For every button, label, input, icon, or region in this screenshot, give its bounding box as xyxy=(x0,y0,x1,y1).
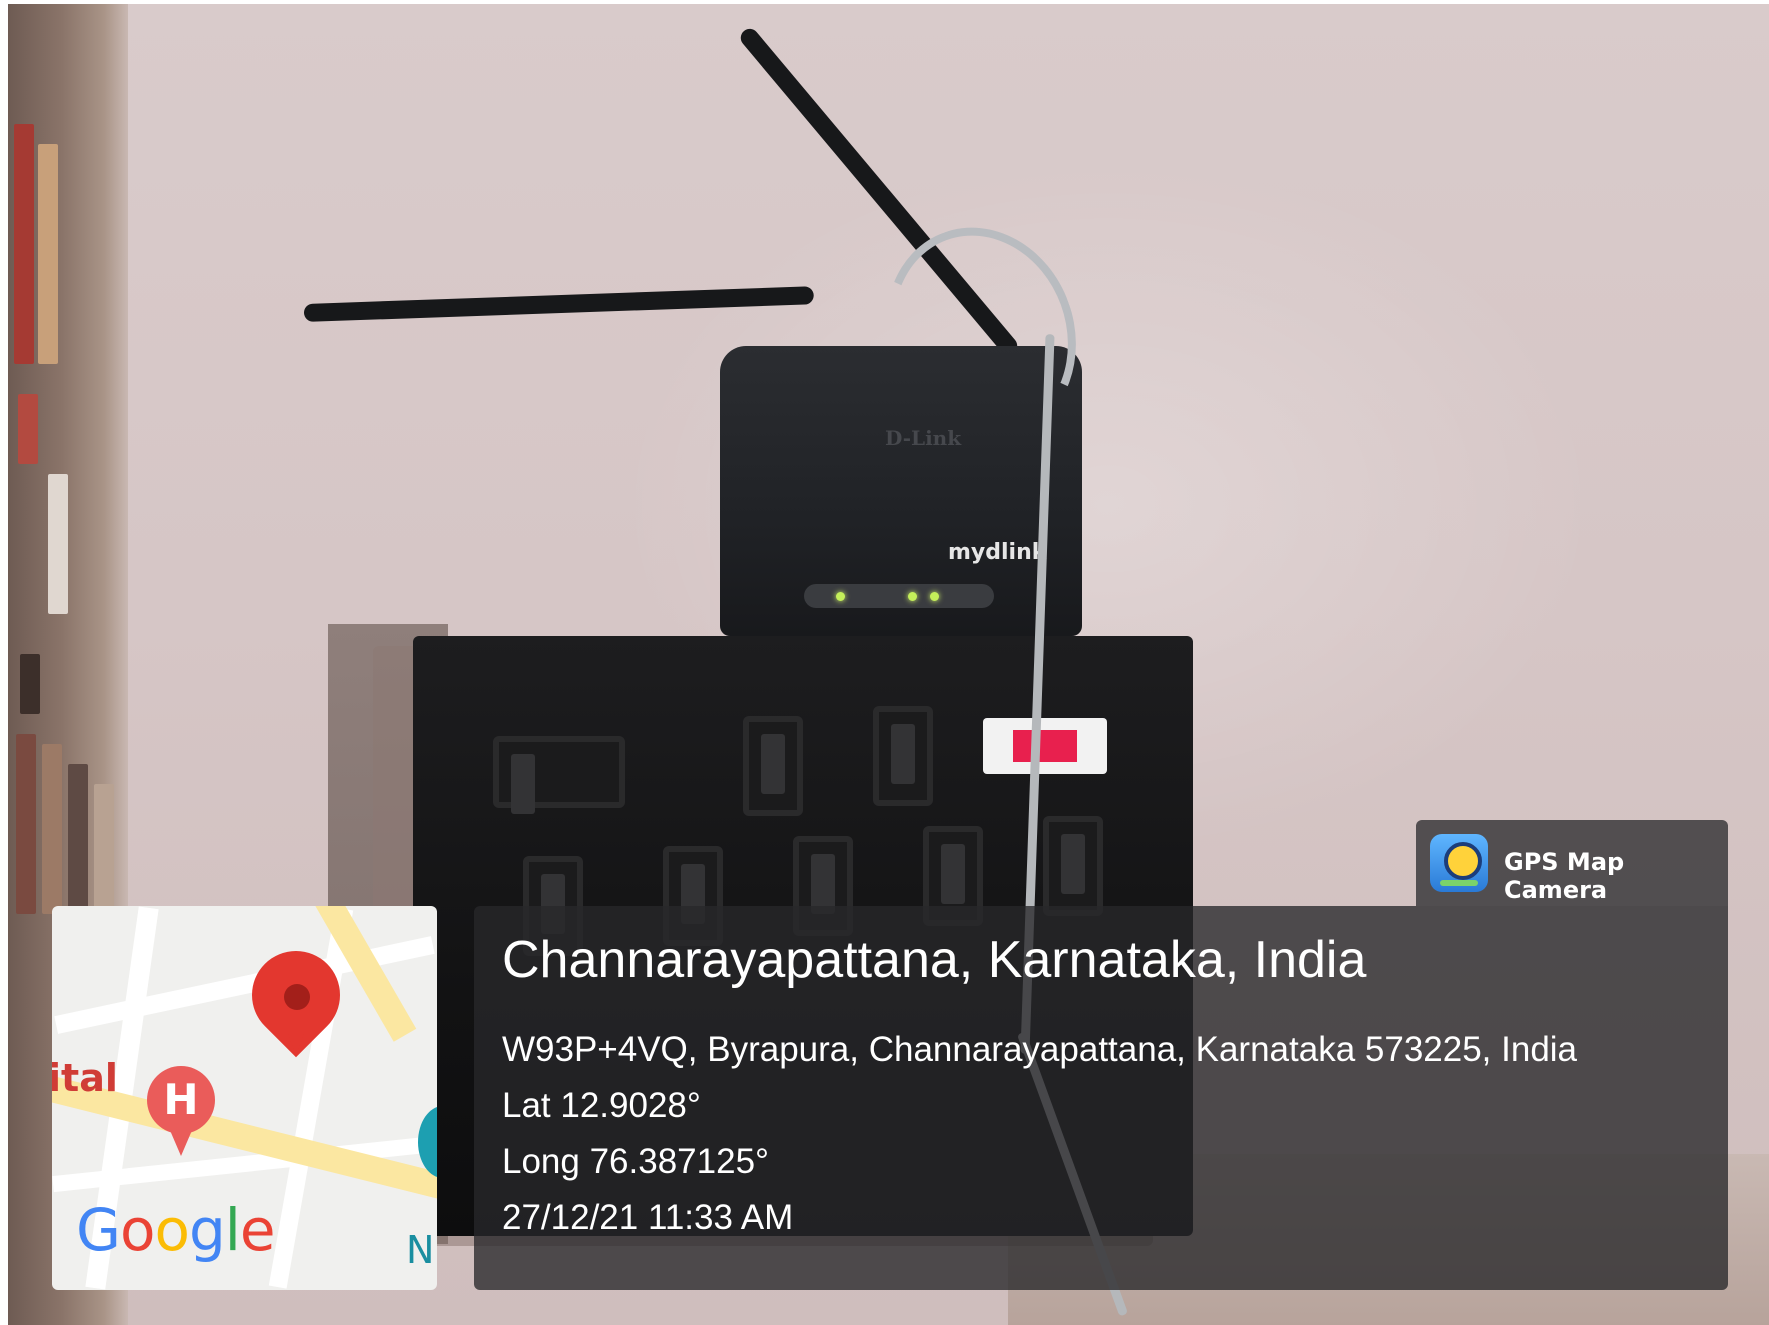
red-indicator-light xyxy=(983,718,1107,774)
google-logo: Google xyxy=(76,1196,276,1264)
latitude-text: Lat 12.9028° xyxy=(502,1086,701,1125)
map-place-label: ital xyxy=(52,1056,118,1100)
google-logo-letter: G xyxy=(76,1196,121,1264)
map-thumbnail: ital H N Google xyxy=(52,906,437,1290)
location-pin-dot xyxy=(284,984,310,1010)
hospital-icon: H xyxy=(147,1066,215,1134)
datetime-text: 27/12/21 11:33 AM xyxy=(502,1198,794,1237)
hospital-pin-tip xyxy=(169,1128,193,1156)
gps-app-name: GPS Map Camera xyxy=(1504,848,1625,904)
gps-map-camera-icon xyxy=(1430,834,1488,892)
gps-camera-tab: GPS Map Camera xyxy=(1416,820,1728,906)
router-led-strip xyxy=(804,584,994,608)
google-logo-letter: e xyxy=(239,1196,276,1264)
router-logo-text: mydlink xyxy=(948,540,1047,565)
map-place-label-right: N xyxy=(406,1228,435,1272)
longitude-text: Long 76.387125° xyxy=(502,1142,770,1181)
google-logo-letter: o xyxy=(119,1196,155,1264)
google-logo-letter: g xyxy=(188,1196,226,1264)
google-logo-letter: l xyxy=(224,1196,241,1264)
location-pin-tip xyxy=(288,1034,304,1056)
google-logo-letter: o xyxy=(154,1196,189,1264)
location-info-card: Channarayapattana, Karnataka, India W93P… xyxy=(474,906,1728,1290)
location-title: Channarayapattana, Karnataka, India xyxy=(502,931,1367,989)
router-antenna-left xyxy=(303,286,815,322)
address-text: W93P+4VQ, Byrapura, Channarayapattana, K… xyxy=(502,1030,1578,1069)
